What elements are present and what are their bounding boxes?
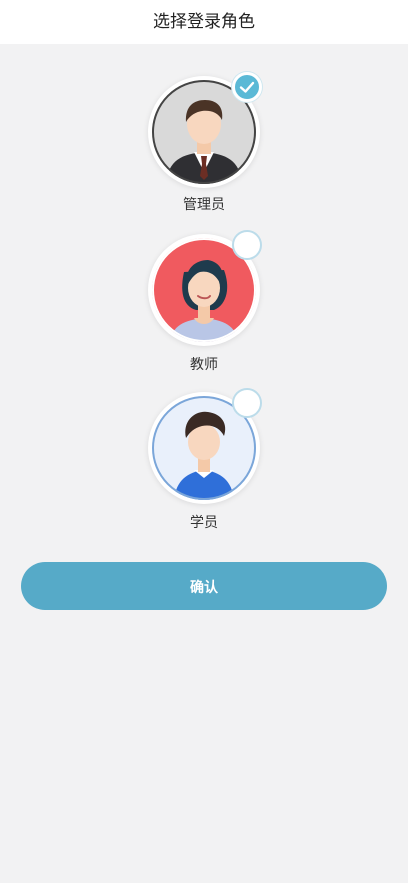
role-option-teacher[interactable]: 教师 <box>0 230 408 374</box>
role-option-admin[interactable]: 管理员 <box>0 72 408 216</box>
confirm-button[interactable]: 确认 <box>21 562 387 610</box>
teacher-check-icon[interactable] <box>232 230 262 260</box>
student-role-label: 学员 <box>190 515 218 531</box>
page-title: 选择登录角色 <box>0 0 408 44</box>
role-option-student[interactable]: 学员 <box>0 388 408 532</box>
checkmark-icon <box>239 81 255 93</box>
student-check-icon[interactable] <box>232 388 262 418</box>
teacher-role-label: 教师 <box>190 357 218 373</box>
admin-role-label: 管理员 <box>183 197 225 213</box>
admin-check-icon[interactable] <box>232 72 262 102</box>
